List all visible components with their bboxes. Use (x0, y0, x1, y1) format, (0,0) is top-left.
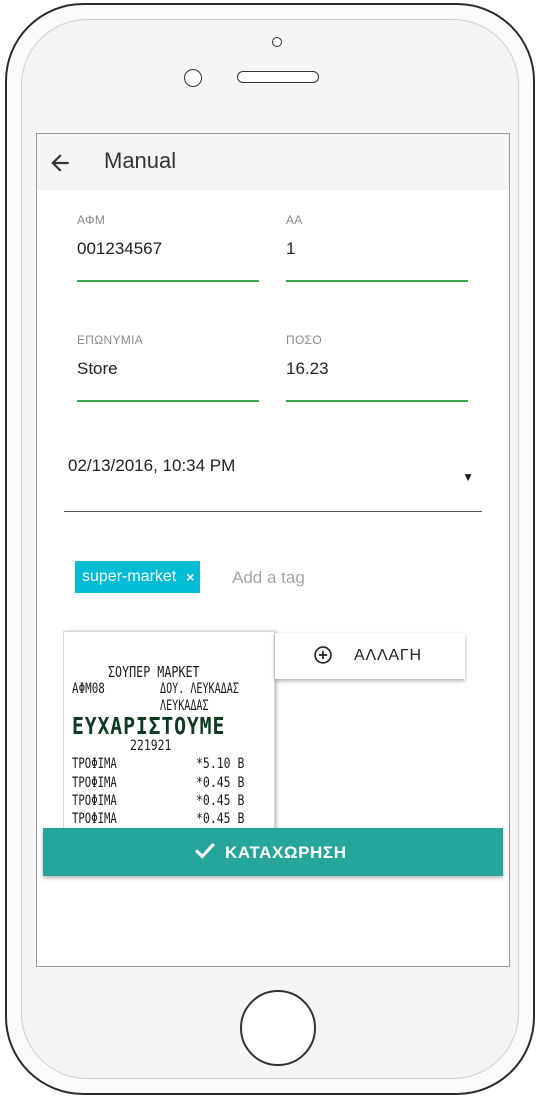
datetime-underline (64, 511, 482, 512)
poso-field[interactable]: ΠΟΣΟ 16.23 (286, 333, 468, 402)
aa-value[interactable]: 1 (286, 239, 468, 261)
caret-down-icon: ▼ (462, 470, 474, 484)
tag-chip: super-market × (75, 561, 201, 593)
arrow-left-icon[interactable] (47, 150, 73, 176)
submit-button[interactable]: ΚΑΤΑΧΩΡΗΣΗ (43, 828, 503, 876)
receipt-afm: ΑΦΜ08 (72, 681, 105, 697)
datetime-value: 02/13/2016, 10:34 PM (68, 456, 236, 475)
receipt-line-item: ΤΡΟΦΙΜΑ (72, 756, 117, 772)
change-button-label: ΑΛΛΑΓΗ (354, 647, 422, 664)
afm-field[interactable]: ΑΦΜ 001234567 (77, 213, 259, 282)
app-screen: Manual ΑΦΜ 001234567 ΑΑ 1 ΕΠΩΝΥΜΙΑ Store… (36, 133, 510, 967)
receipt-line-amount: *0.45 B (196, 811, 245, 827)
remove-tag-icon[interactable]: × (186, 569, 194, 585)
afm-underline (77, 280, 259, 282)
tag-chip-label: super-market (82, 568, 177, 585)
eponymia-field[interactable]: ΕΠΩΝΥΜΙΑ Store (77, 333, 259, 402)
receipt-line-amount: *0.45 B (196, 793, 245, 809)
proximity-sensor (184, 69, 202, 87)
submit-button-label: ΚΑΤΑΧΩΡΗΣΗ (225, 843, 347, 862)
receipt-line-item: ΤΡΟΦΙΜΑ (72, 793, 117, 809)
receipt-line-amount: *5.10 B (196, 756, 245, 772)
receipt-line-item: ΤΡΟΦΙΜΑ (72, 811, 117, 827)
poso-label: ΠΟΣΟ (286, 333, 322, 347)
check-icon (195, 842, 215, 859)
receipt-thanks: ΕΥΧΑΡΙΣΤΟΥΜΕ (72, 714, 226, 740)
plus-circle-icon (314, 646, 332, 664)
change-image-button[interactable]: ΑΛΛΑΓΗ (275, 633, 465, 679)
poso-value[interactable]: 16.23 (286, 359, 468, 381)
receipt-line-amount: *0.45 B (196, 775, 245, 791)
datetime-dropdown[interactable]: 02/13/2016, 10:34 PM ▼ (64, 456, 482, 512)
receipt-image: ΣΟΥΠΕΡ ΜΑΡΚΕΤ ΑΦΜ08 ΔΟΥ. ΛΕΥΚΑΔΑΣ ΛΕΥΚΑΔ… (63, 631, 275, 833)
poso-underline (286, 400, 468, 402)
aa-underline (286, 280, 468, 282)
receipt-store-name: ΣΟΥΠΕΡ ΜΑΡΚΕΤ (108, 663, 200, 681)
receipt-number: 221921 (130, 738, 172, 754)
eponymia-underline (77, 400, 259, 402)
add-tag-input[interactable] (230, 563, 434, 593)
front-camera (272, 37, 282, 47)
page-title: Manual (104, 148, 177, 173)
afm-label: ΑΦΜ (77, 213, 106, 227)
aa-label: ΑΑ (286, 213, 303, 227)
receipt-city: ΛΕΥΚΑΔΑΣ (160, 698, 209, 714)
app-bar: Manual (37, 134, 509, 190)
home-button[interactable] (240, 990, 316, 1066)
receipt-doy: ΔΟΥ. ΛΕΥΚΑΔΑΣ (160, 681, 239, 697)
aa-field[interactable]: ΑΑ 1 (286, 213, 468, 282)
eponymia-value[interactable]: Store (77, 359, 259, 381)
earpiece-speaker (237, 71, 319, 83)
receipt-line-item: ΤΡΟΦΙΜΑ (72, 775, 117, 791)
eponymia-label: ΕΠΩΝΥΜΙΑ (77, 333, 144, 347)
afm-value[interactable]: 001234567 (77, 239, 259, 261)
